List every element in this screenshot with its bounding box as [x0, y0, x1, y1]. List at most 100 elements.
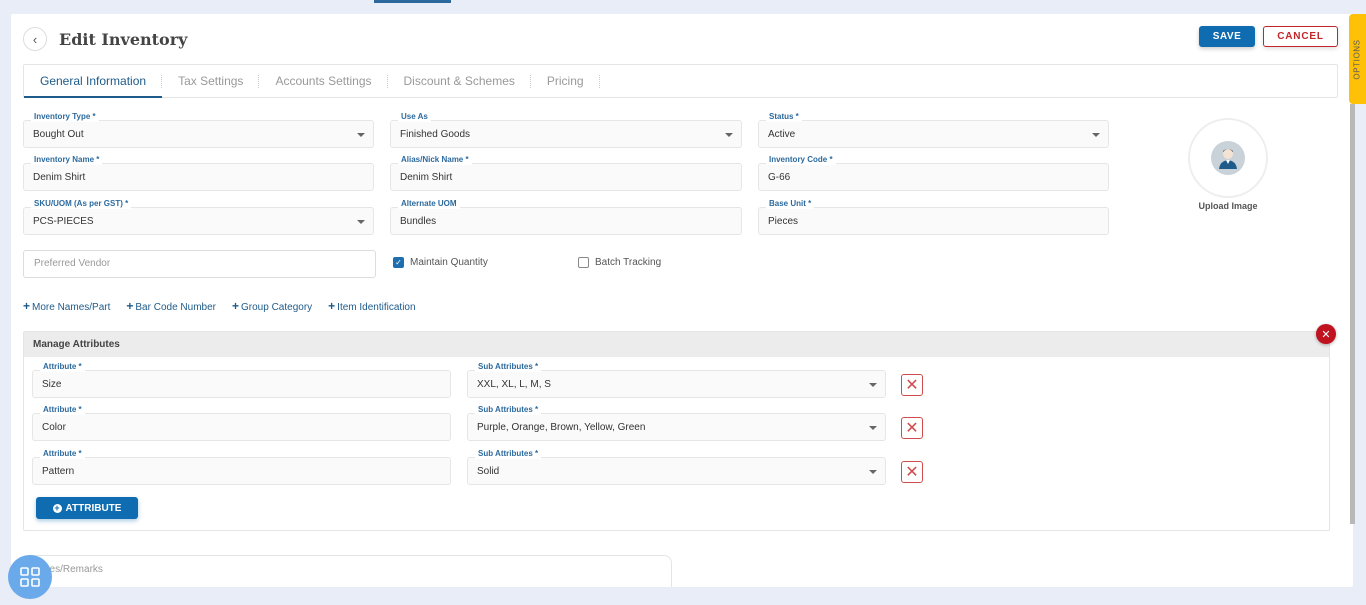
tab-pricing[interactable]: Pricing — [531, 65, 600, 97]
inventory-type-select[interactable]: Inventory Type * Bought Out — [23, 112, 374, 148]
close-x-icon: ✕ — [905, 377, 919, 394]
cancel-button[interactable]: CANCEL — [1263, 26, 1338, 47]
inventory-type-label: Inventory Type * — [31, 112, 99, 122]
add-attribute-button[interactable]: + ATTRIBUTE — [36, 497, 138, 519]
batch-tracking-checkbox[interactable]: Batch Tracking — [578, 257, 661, 268]
inventory-name-value: Denim Shirt — [33, 172, 86, 183]
attribute-value: Size — [42, 379, 62, 390]
attribute-input[interactable]: Attribute * Pattern — [32, 449, 451, 485]
attribute-input[interactable]: Attribute * Color — [32, 405, 451, 441]
attribute-label: Attribute * — [40, 449, 85, 459]
sub-attributes-value: XXL, XL, L, M, S — [477, 379, 551, 390]
edit-inventory-card: ‹ Edit Inventory SAVE CANCEL General Inf… — [11, 14, 1353, 587]
item-identification-link[interactable]: + Item Identification — [328, 299, 415, 313]
tab-accounts-settings[interactable]: Accounts Settings — [259, 65, 388, 97]
grid-icon — [20, 567, 40, 587]
group-category-label: Group Category — [241, 302, 313, 313]
attribute-input[interactable]: Attribute * Size — [32, 362, 451, 398]
alias-name-input[interactable]: Alias/Nick Name * Denim Shirt — [390, 155, 742, 191]
tab-tax-settings[interactable]: Tax Settings — [162, 65, 260, 97]
inventory-code-label: Inventory Code * — [766, 155, 836, 165]
close-x-icon: ✕ — [905, 420, 919, 437]
tab-discount-schemes[interactable]: Discount & Schemes — [388, 65, 532, 97]
bar-code-link[interactable]: + Bar Code Number — [126, 299, 216, 313]
sub-attributes-select[interactable]: Sub Attributes * XXL, XL, L, M, S — [467, 362, 886, 398]
inventory-code-input[interactable]: Inventory Code * G-66 — [758, 155, 1109, 191]
save-button[interactable]: SAVE — [1199, 26, 1255, 47]
chevron-left-icon: ‹ — [32, 31, 38, 47]
delete-attribute-button[interactable]: ✕ — [901, 461, 923, 483]
options-label: OPTIONS — [1353, 38, 1362, 80]
item-identification-label: Item Identification — [337, 302, 416, 313]
upload-image-label: Upload Image — [1198, 201, 1258, 211]
attribute-label: Attribute * — [40, 362, 85, 372]
delete-attribute-button[interactable]: ✕ — [901, 374, 923, 396]
close-attributes-button[interactable]: ✕ — [1316, 324, 1336, 344]
sub-attributes-select[interactable]: Sub Attributes * Solid — [467, 449, 886, 485]
caret-down-icon — [869, 426, 877, 430]
apps-menu-button[interactable] — [8, 555, 52, 599]
add-links-row: + More Names/Part + Bar Code Number + Group… — [23, 299, 416, 313]
base-unit-value: Pieces — [768, 216, 799, 227]
use-as-value: Finished Goods — [400, 129, 471, 140]
base-unit-label: Base Unit * — [766, 199, 815, 209]
caret-down-icon — [357, 133, 365, 137]
status-select[interactable]: Status * Active — [758, 112, 1109, 148]
plus-icon: + — [23, 299, 31, 313]
sub-attributes-value: Solid — [477, 466, 500, 477]
options-panel-toggle[interactable]: OPTIONS — [1349, 14, 1366, 104]
sku-uom-value: PCS-PIECES — [33, 216, 94, 227]
sub-attributes-select[interactable]: Sub Attributes * Purple, Orange, Brown, … — [467, 405, 886, 441]
attribute-label: Attribute * — [40, 405, 85, 415]
status-value: Active — [768, 129, 796, 140]
caret-down-icon — [1092, 133, 1100, 137]
user-avatar-icon — [1211, 141, 1245, 175]
sub-attributes-label: Sub Attributes * — [475, 449, 542, 459]
close-icon: ✕ — [1321, 328, 1331, 341]
inventory-name-input[interactable]: Inventory Name * Denim Shirt — [23, 155, 374, 191]
batch-tracking-label: Batch Tracking — [595, 257, 662, 268]
checkbox-unchecked-icon — [578, 257, 589, 268]
alternate-uom-value: Bundles — [400, 216, 437, 227]
plus-icon: + — [126, 299, 134, 313]
inventory-type-value: Bought Out — [33, 129, 84, 140]
inventory-code-value: G-66 — [768, 172, 791, 183]
sub-attributes-value: Purple, Orange, Brown, Yellow, Green — [477, 422, 646, 433]
group-category-link[interactable]: + Group Category — [232, 299, 312, 313]
caret-down-icon — [869, 470, 877, 474]
page-header: ‹ Edit Inventory — [23, 26, 187, 52]
attribute-value: Pattern — [42, 466, 75, 477]
delete-attribute-button[interactable]: ✕ — [901, 417, 923, 439]
alias-name-value: Denim Shirt — [400, 172, 453, 183]
manage-attributes-title: Manage Attributes — [24, 332, 1329, 357]
upload-image-button[interactable] — [1188, 118, 1268, 198]
inventory-name-label: Inventory Name * — [31, 155, 103, 165]
alternate-uom-label: Alternate UOM — [398, 199, 460, 209]
add-attribute-label: ATTRIBUTE — [65, 502, 122, 514]
sub-attributes-label: Sub Attributes * — [475, 362, 542, 372]
top-nav-indicator — [374, 0, 451, 3]
plus-circle-icon: + — [52, 502, 62, 513]
status-label: Status * — [766, 112, 802, 122]
maintain-quantity-label: Maintain Quantity — [410, 257, 488, 268]
maintain-quantity-checkbox[interactable]: ✓ Maintain Quantity — [393, 257, 488, 268]
caret-down-icon — [725, 133, 733, 137]
more-names-link[interactable]: + More Names/Part — [23, 299, 110, 313]
caret-down-icon — [357, 220, 365, 224]
tab-bar: General Information Tax Settings Account… — [23, 64, 1338, 98]
use-as-select[interactable]: Use As Finished Goods — [390, 112, 742, 148]
back-button[interactable]: ‹ — [23, 27, 47, 51]
use-as-label: Use As — [398, 112, 431, 122]
tab-general-information[interactable]: General Information — [24, 65, 163, 98]
plus-icon: + — [328, 299, 336, 313]
scrollbar[interactable] — [1350, 104, 1355, 524]
checkbox-checked-icon: ✓ — [393, 257, 404, 268]
alternate-uom-input[interactable]: Alternate UOM Bundles — [390, 199, 742, 235]
base-unit-input[interactable]: Base Unit * Pieces — [758, 199, 1109, 235]
plus-icon: + — [231, 299, 239, 313]
close-x-icon: ✕ — [905, 464, 919, 481]
sku-uom-select[interactable]: SKU/UOM (As per GST) * PCS-PIECES — [23, 199, 374, 235]
preferred-vendor-input[interactable]: Preferred Vendor — [23, 250, 376, 278]
notes-remarks-input[interactable]: Notes/Remarks — [23, 555, 672, 587]
alias-name-label: Alias/Nick Name * — [398, 155, 472, 165]
